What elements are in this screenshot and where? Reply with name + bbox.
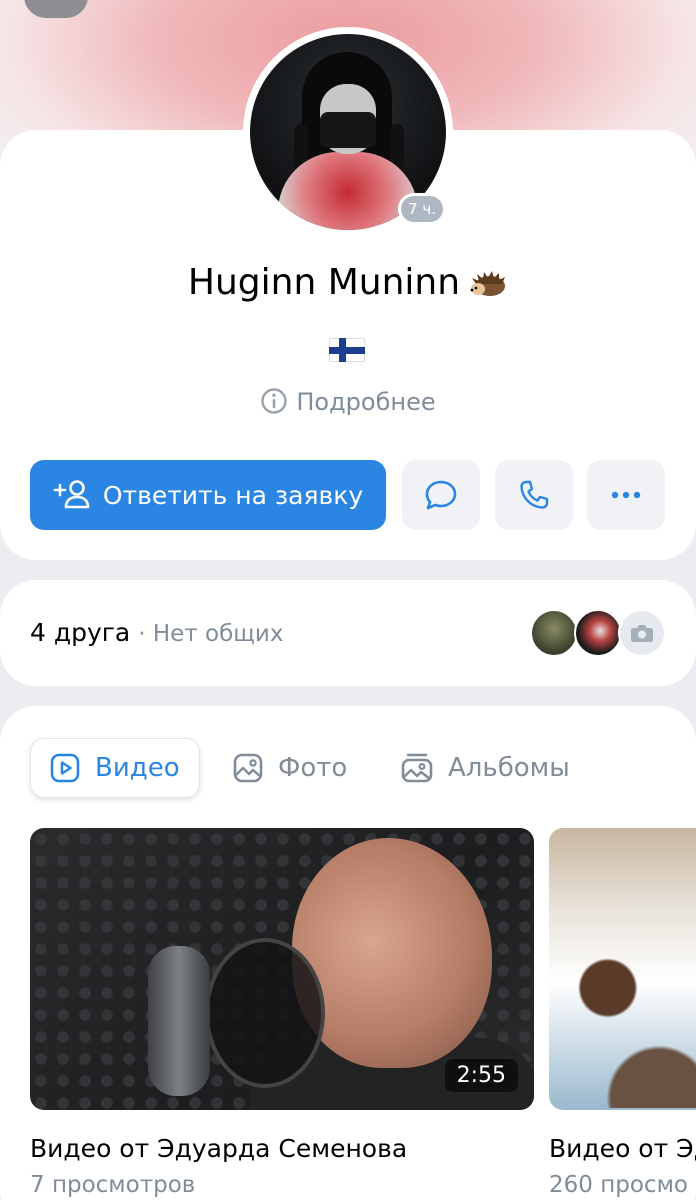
online-ago-text: 7 ч. <box>401 196 443 222</box>
reply-request-button[interactable]: Ответить на заявку <box>30 460 386 530</box>
video-icon <box>50 753 80 783</box>
friend-avatar[interactable] <box>574 609 622 657</box>
more-button[interactable] <box>587 460 665 530</box>
details-label: Подробнее <box>296 388 436 416</box>
tab-photo-label: Фото <box>278 753 348 783</box>
photo-icon <box>233 753 263 783</box>
phone-icon <box>520 480 549 509</box>
albums-icon <box>401 753 433 783</box>
call-button[interactable] <box>495 460 573 530</box>
video-thumbnail[interactable]: 2:55 <box>30 828 534 1110</box>
add-friend-icon <box>53 480 90 509</box>
tab-albums[interactable]: Альбомы <box>400 738 570 798</box>
info-icon <box>261 388 288 414</box>
video-views: 260 просмо <box>549 1172 688 1198</box>
friends-summary[interactable]: 4 друга · Нет общих <box>30 618 283 647</box>
message-button[interactable] <box>402 460 480 530</box>
video-thumbnail[interactable] <box>549 828 696 1110</box>
friend-avatar-placeholder[interactable] <box>618 609 666 657</box>
video-title[interactable]: Видео от Эд <box>549 1134 696 1163</box>
online-status-badge: 7 ч. <box>398 193 446 225</box>
friend-avatar[interactable] <box>530 609 578 657</box>
tab-video-label: Видео <box>95 753 180 783</box>
video-views: 7 просмотров <box>30 1172 196 1198</box>
profile-name-row: Huginn Muninn <box>0 262 696 318</box>
tab-albums-label: Альбомы <box>448 753 570 783</box>
tab-photo[interactable]: Фото <box>232 738 347 798</box>
camera-icon <box>631 625 653 642</box>
message-icon <box>425 480 457 510</box>
video-duration: 2:55 <box>444 1059 518 1092</box>
finland-flag-icon <box>329 338 365 362</box>
profile-name: Huginn Muninn <box>187 262 461 303</box>
friends-count: 4 друга <box>30 618 131 647</box>
more-icon <box>611 491 641 499</box>
video-title[interactable]: Видео от Эдуарда Семенова <box>30 1134 407 1163</box>
tab-video[interactable]: Видео <box>30 738 200 798</box>
details-link[interactable]: Подробнее <box>0 388 696 417</box>
hedgehog-emoji-icon <box>470 266 508 296</box>
mutual-friends-label: · Нет общих <box>138 621 284 647</box>
reply-request-label: Ответить на заявку <box>102 480 364 510</box>
